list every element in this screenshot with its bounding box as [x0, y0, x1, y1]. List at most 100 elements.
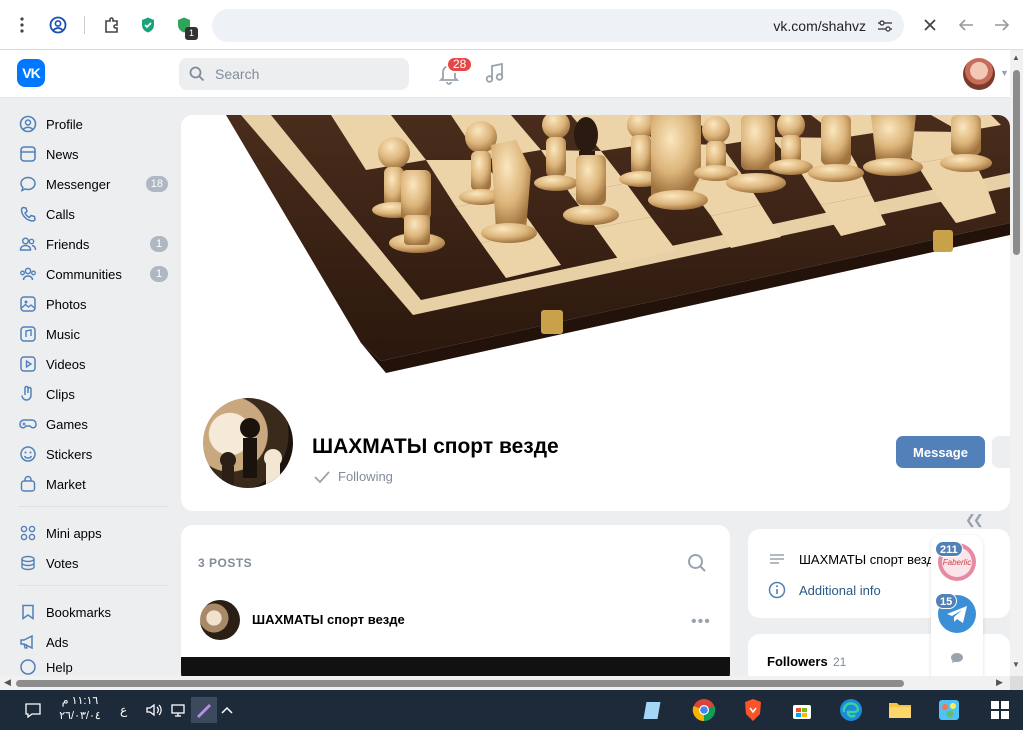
- sidebar-item-mini-apps[interactable]: Mini apps: [14, 519, 172, 547]
- post-more-icon[interactable]: •••: [691, 613, 711, 631]
- horizontal-scroll-thumb[interactable]: [16, 680, 904, 687]
- scroll-right-arrow-icon[interactable]: ▶: [996, 677, 1003, 688]
- account-icon[interactable]: [46, 13, 70, 37]
- sidebar-item-bookmarks[interactable]: Bookmarks: [14, 598, 172, 626]
- message-button[interactable]: Message: [896, 436, 985, 468]
- scroll-up-arrow-icon[interactable]: ▲: [1012, 53, 1020, 62]
- cover-image: [181, 115, 1010, 395]
- posts-count: 3 POSTS: [198, 556, 253, 570]
- input-language[interactable]: ع: [120, 703, 127, 717]
- user-circle-icon: [18, 114, 38, 134]
- sidebar-item-messenger[interactable]: Messenger 18: [14, 170, 172, 198]
- faberlic-avatar-text: Faberlic: [942, 557, 972, 567]
- sidebar-item-photos[interactable]: Photos: [14, 290, 172, 318]
- chat-bubble-icon[interactable]: [950, 652, 964, 664]
- more-actions-button[interactable]: [992, 436, 1010, 468]
- store-app-icon[interactable]: [789, 697, 815, 723]
- search-box[interactable]: [179, 58, 409, 90]
- chrome-app-icon[interactable]: [691, 697, 717, 723]
- phone-icon: [18, 204, 38, 224]
- bag-icon: [18, 474, 38, 494]
- sidebar-item-games[interactable]: Games: [14, 410, 172, 438]
- brave-app-icon[interactable]: [740, 697, 766, 723]
- show-hidden-icons-chevron-icon[interactable]: [214, 697, 240, 723]
- friends-icon: [18, 234, 38, 254]
- more-vert-icon[interactable]: [10, 13, 34, 37]
- post-author-name[interactable]: ШАХМАТЫ спорт везде: [252, 612, 405, 627]
- clock-date: ٢٦/٠٣/٠٤: [59, 710, 101, 722]
- communities-count-badge: 1: [150, 266, 168, 282]
- shield-extension-icon[interactable]: [136, 13, 160, 37]
- smile-icon: [18, 444, 38, 464]
- vk-logo[interactable]: VK: [17, 59, 45, 87]
- messenger-count-badge: 18: [145, 176, 168, 192]
- search-icon: [189, 66, 205, 82]
- scroll-left-arrow-icon[interactable]: ◀: [4, 677, 11, 688]
- edge-app-icon[interactable]: [838, 697, 864, 723]
- sidebar-item-profile[interactable]: Profile: [14, 110, 172, 138]
- horizontal-scrollbar[interactable]: ◀ ▶: [0, 676, 1010, 690]
- sidebar-divider: [18, 585, 168, 586]
- music-player-icon[interactable]: [484, 62, 506, 84]
- chat-unread-badge: 15: [935, 593, 958, 609]
- posts-card: 3 POSTS ШАХМАТЫ спорт везде •••: [181, 525, 730, 685]
- windows-start-icon[interactable]: [987, 697, 1013, 723]
- forward-arrow-icon[interactable]: [990, 13, 1014, 37]
- coins-icon: [18, 553, 38, 573]
- sidebar-item-votes[interactable]: Votes: [14, 549, 172, 577]
- file-explorer-icon[interactable]: [887, 697, 913, 723]
- additional-info-link[interactable]: Additional info: [768, 581, 881, 599]
- notification-center-icon[interactable]: [20, 697, 46, 723]
- chevron-down-icon[interactable]: ▼: [1000, 68, 1009, 78]
- collapse-chevron-icon[interactable]: ❮❮: [965, 512, 984, 528]
- vertical-scrollbar[interactable]: ▲ ▼: [1010, 50, 1023, 676]
- info-icon: [768, 581, 786, 599]
- community-name: ШАХМАТЫ спорт везде: [312, 435, 559, 458]
- sidebar-item-stickers[interactable]: Stickers: [14, 440, 172, 468]
- sidebar-item-label: Communities: [46, 266, 122, 282]
- notepad-app-icon[interactable]: [641, 697, 667, 723]
- back-arrow-icon[interactable]: [954, 13, 978, 37]
- community-description: ШАХМАТЫ спорт везд: [768, 550, 934, 568]
- sidebar-item-music[interactable]: Music: [14, 320, 172, 348]
- search-icon[interactable]: [687, 553, 707, 573]
- friends-count-badge: 1: [150, 236, 168, 252]
- sidebar-item-news[interactable]: News: [14, 140, 172, 168]
- sidebar-item-communities[interactable]: Communities 1: [14, 260, 172, 288]
- music-icon: [18, 324, 38, 344]
- windows-taskbar: ١١:١٦ م ٢٦/٠٣/٠٤ ع: [0, 690, 1023, 730]
- sidebar-item-label: Friends: [46, 236, 90, 252]
- notifications-badge: 28: [446, 56, 474, 73]
- scroll-down-arrow-icon[interactable]: ▼: [1012, 660, 1020, 669]
- sidebar-item-friends[interactable]: Friends 1: [14, 230, 172, 258]
- bookmark-icon: [18, 602, 38, 622]
- community-avatar[interactable]: [200, 395, 296, 491]
- grid-icon: [18, 523, 38, 543]
- sidebar-item-clips[interactable]: Clips: [14, 380, 172, 408]
- communities-icon: [18, 264, 38, 284]
- network-icon[interactable]: [166, 697, 192, 723]
- sidebar-item-market[interactable]: Market: [14, 470, 172, 498]
- paint-app-icon[interactable]: [936, 697, 962, 723]
- sidebar-item-label: Help: [46, 659, 73, 675]
- sidebar-item-help[interactable]: Help: [14, 658, 172, 676]
- volume-icon[interactable]: [141, 697, 167, 723]
- clock[interactable]: ١١:١٦ م ٢٦/٠٣/٠٤: [55, 694, 105, 724]
- sidebar-item-label: Clips: [46, 386, 75, 402]
- user-avatar[interactable]: [963, 58, 995, 90]
- following-status[interactable]: Following: [313, 469, 393, 484]
- search-input[interactable]: [215, 58, 395, 90]
- sidebar-item-videos[interactable]: Videos: [14, 350, 172, 378]
- extensions-puzzle-icon[interactable]: [100, 13, 124, 37]
- site-settings-icon[interactable]: [874, 15, 896, 37]
- vertical-scroll-thumb[interactable]: [1013, 70, 1020, 255]
- checkmark-icon: [314, 470, 330, 483]
- sidebar-item-ads[interactable]: Ads: [14, 628, 172, 656]
- sidebar-item-calls[interactable]: Calls: [14, 200, 172, 228]
- address-bar[interactable]: vk.com/shahvz: [212, 9, 904, 42]
- post-author-avatar[interactable]: [200, 600, 240, 640]
- sidebar-item-label: Stickers: [46, 446, 93, 462]
- close-icon[interactable]: [918, 13, 942, 37]
- sidebar-divider: [18, 506, 168, 507]
- community-header-card: ШАХМАТЫ спорт везде Following Message: [181, 115, 1010, 511]
